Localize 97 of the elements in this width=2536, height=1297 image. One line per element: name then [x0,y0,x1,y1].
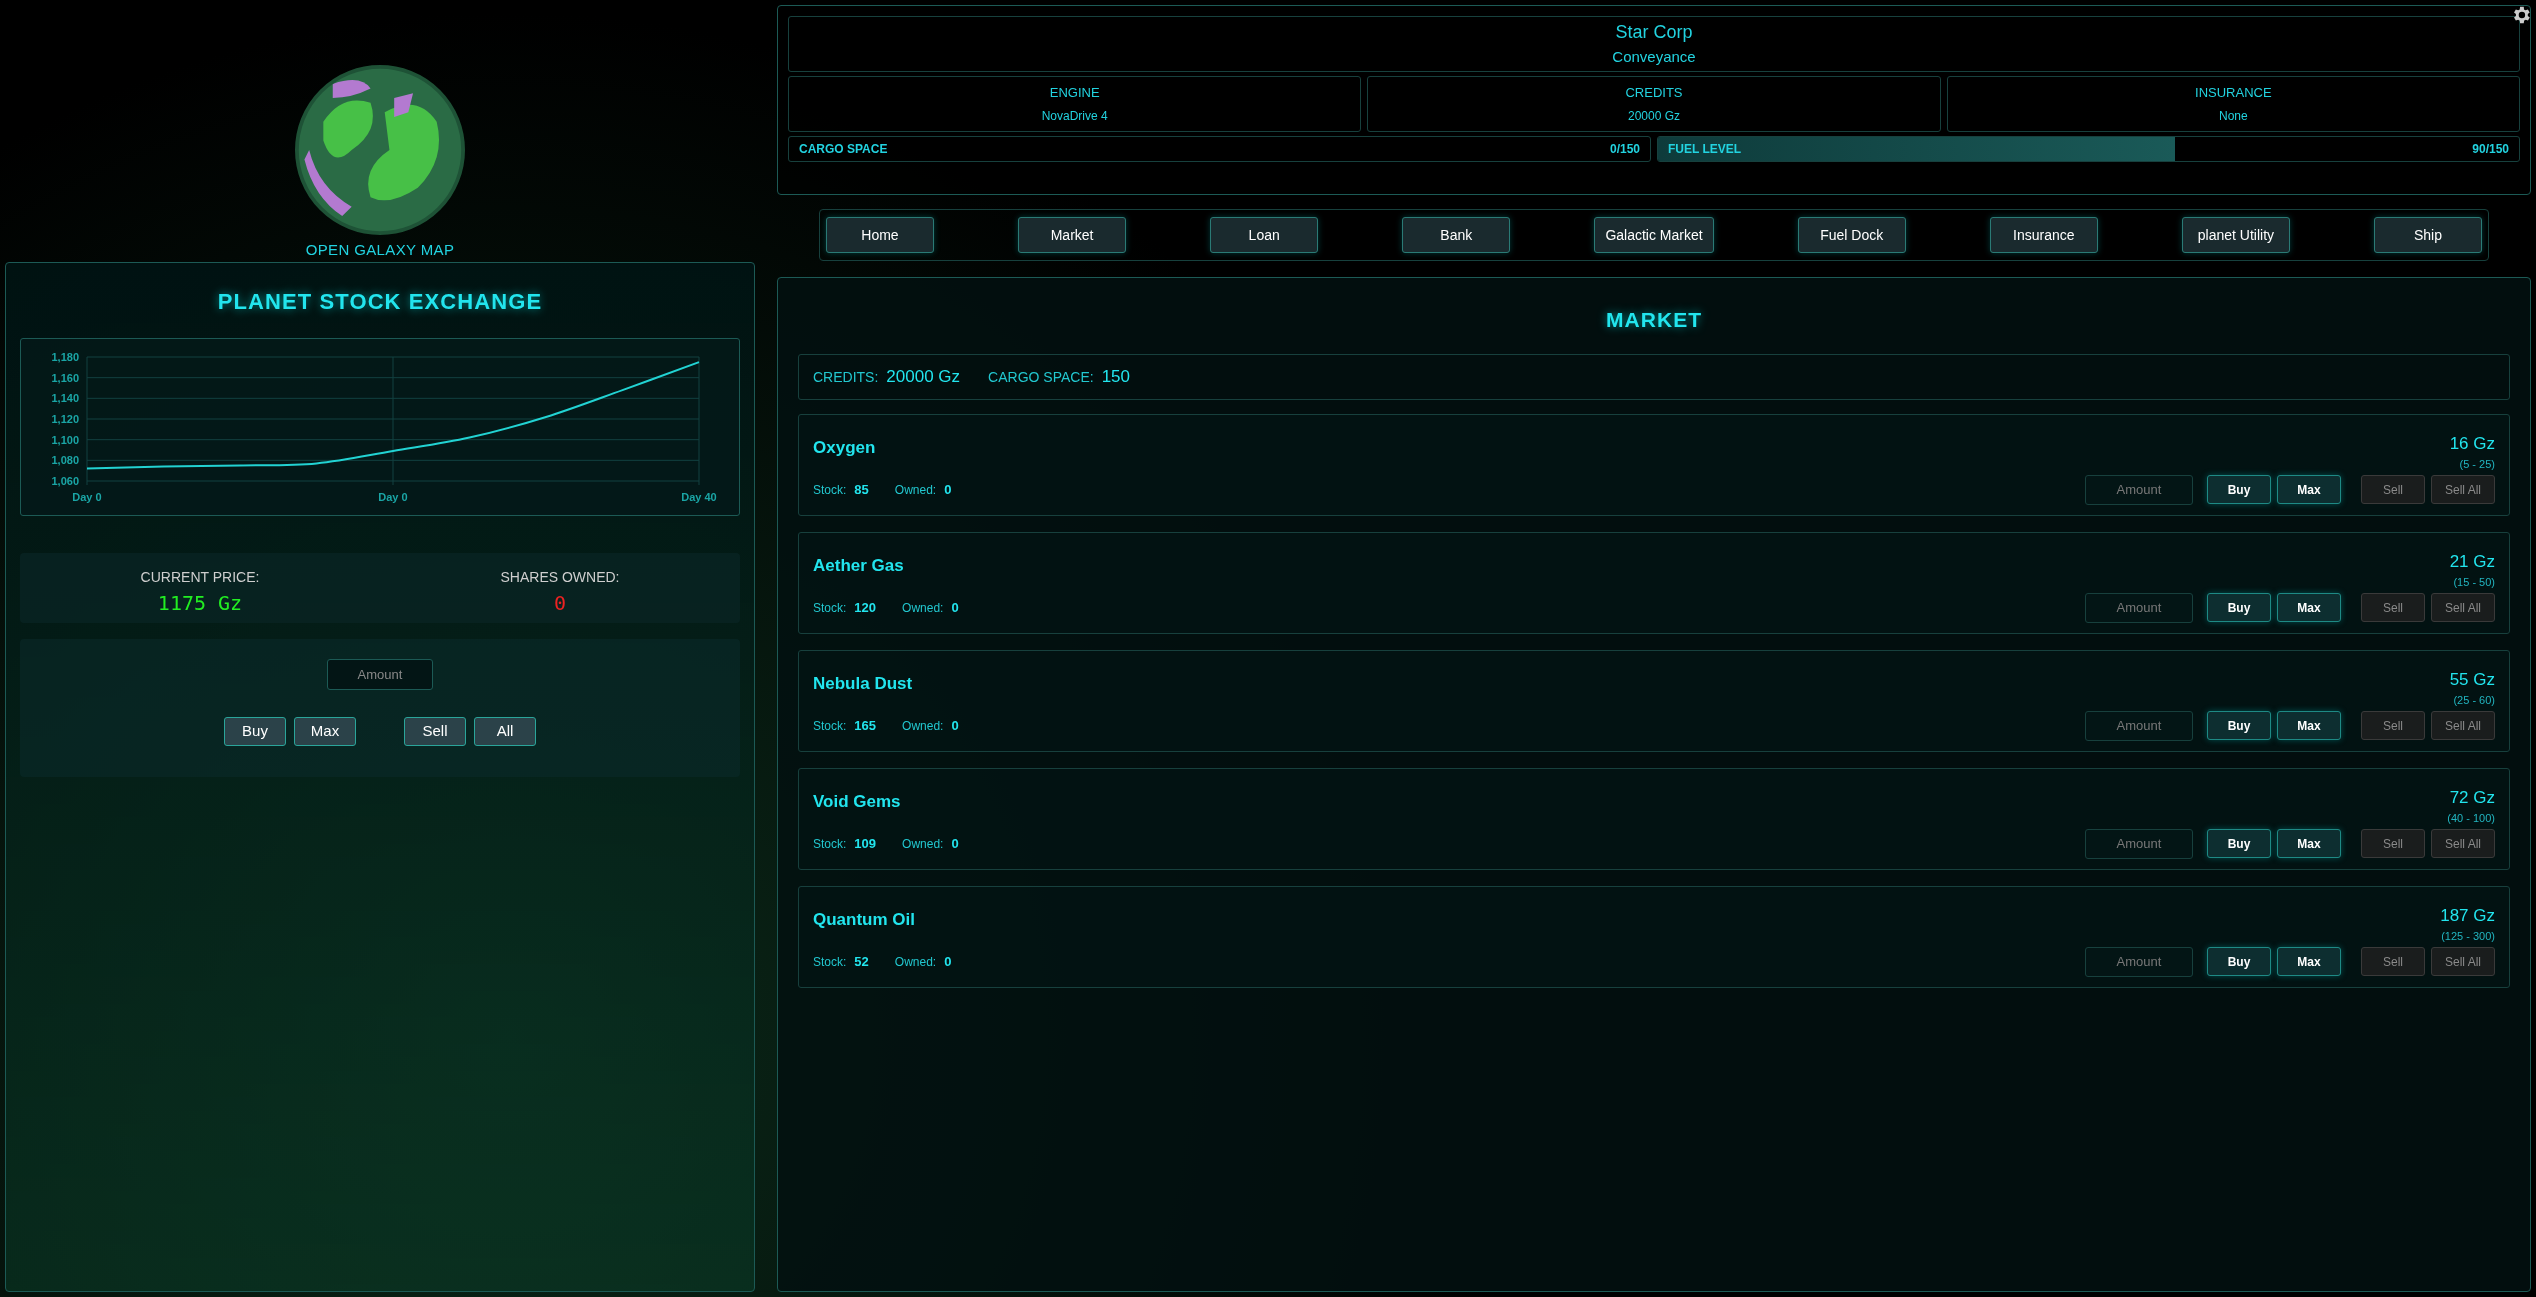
item-price: 21 Gz [2449,550,2495,573]
y-tick-label: 1,100 [51,433,79,446]
owned-label: Owned: [902,599,944,617]
price-range: (40 - 100) [2447,811,2495,826]
nav-tab[interactable]: Loan [1210,217,1319,253]
nav-tab[interactable]: planet Utility [2181,217,2290,253]
max-button[interactable]: Max [2277,593,2341,622]
nav-tab[interactable]: Ship [2374,217,2482,253]
shares-owned: 0 [553,589,566,617]
stock-label: Stock: [813,835,847,853]
y-tick-label: 1,060 [51,474,79,487]
current-price: 1175 Gz [157,589,243,617]
stock-value: 165 [854,716,877,735]
credits-value: 20000 Gz [886,365,961,388]
cargo-label: CARGO SPACE: [988,367,1094,387]
y-tick-label: 1,180 [51,350,79,363]
stat-label: CREDITS [1625,84,1683,103]
owned-value: 0 [944,480,952,499]
amount-field[interactable]: Amount [2085,710,2193,741]
amount-field[interactable]: Amount [2085,592,2193,623]
nav-tab[interactable]: Bank [1402,217,1511,253]
trade-button[interactable]: All [474,716,536,746]
stat-value: None [2218,107,2248,125]
price-range: (125 - 300) [2441,929,2495,944]
x-tick-label: Day 40 [681,490,717,503]
nav-tab[interactable]: Home [826,217,934,253]
y-tick-label: 1,080 [51,453,79,466]
y-tick-label: 1,160 [51,371,79,384]
amount-field[interactable]: Amount [2085,828,2193,859]
owned-label: Owned: [894,953,937,971]
owned-label: Owned: [902,835,944,853]
trade-button[interactable]: Sell [404,716,466,746]
amount-field[interactable]: Amount [327,658,433,690]
stock-value: 120 [854,598,877,617]
owned-value: 0 [944,952,952,971]
item-price: 72 Gz [2449,786,2495,809]
item-name: Quantum Oil [813,908,915,931]
max-button[interactable]: Max [2277,947,2341,976]
bar-label: CARGO SPACE [799,141,888,158]
nav-tab[interactable]: Market [1018,217,1127,253]
stock-label: Stock: [813,599,847,617]
max-button[interactable]: Max [2277,829,2341,858]
buy-button[interactable]: Buy [2207,711,2271,740]
x-tick-label: Day 0 [72,490,102,503]
stock-value: 109 [854,834,877,853]
stat-label: INSURANCE [2195,84,2272,103]
amount-field[interactable]: Amount [2085,946,2193,977]
credits-label: CREDITS: [813,367,879,387]
item-name: Nebula Dust [813,672,913,695]
y-tick-label: 1,140 [51,391,79,404]
buy-button[interactable]: Buy [2207,593,2271,622]
item-price: 55 Gz [2449,668,2495,691]
panel-title: MARKET [1605,307,1703,333]
stock-label: Stock: [813,953,847,971]
stat-value: NovaDrive 4 [1041,107,1108,125]
nav-tab[interactable]: Insurance [1989,217,2098,253]
amount-field[interactable]: Amount [2085,474,2193,505]
item-name: Aether Gas [813,554,904,577]
stock-value: 85 [854,480,869,499]
item-name: Void Gems [813,790,901,813]
item-price: 16 Gz [2449,432,2495,455]
stock-value: 52 [854,952,869,971]
owned-value: 0 [951,598,959,617]
price-label: CURRENT PRICE: [140,567,260,587]
ship-type: Conveyance [1612,47,1696,68]
bar-label: FUEL LEVEL [1668,141,1742,158]
max-button[interactable]: Max [2277,711,2341,740]
price-range: (15 - 50) [2453,575,2495,590]
owned-label: Owned: [902,717,944,735]
x-tick-label: Day 0 [378,490,408,503]
cargo-value: 150 [1101,365,1130,388]
shares-label: SHARES OWNED: [500,567,620,587]
owned-label: Owned: [894,481,937,499]
panel-title: PLANET STOCK EXCHANGE [217,287,543,316]
stat-label: ENGINE [1049,84,1100,103]
nav-tab[interactable]: Fuel Dock [1797,217,1906,253]
trade-button[interactable]: Buy [224,716,286,746]
galaxy-map-button[interactable]: OPEN GALAXY MAP [295,65,465,262]
stock-label: Stock: [813,481,847,499]
price-range: (25 - 60) [2453,693,2495,708]
bar-reading: 90/150 [2472,141,2509,158]
buy-button[interactable]: Buy [2207,475,2271,504]
price-range: (5 - 25) [2459,457,2495,472]
max-button[interactable]: Max [2277,475,2341,504]
stat-value: 20000 Gz [1627,107,1680,125]
owned-value: 0 [951,834,959,853]
item-price: 187 Gz [2440,904,2495,927]
buy-button[interactable]: Buy [2207,947,2271,976]
ship-name: Star Corp [1615,21,1693,45]
item-name: Oxygen [813,436,876,459]
stock-label: Stock: [813,717,847,735]
owned-value: 0 [951,716,959,735]
nav-tab[interactable]: Galactic Market [1594,217,1714,253]
y-tick-label: 1,120 [51,412,79,425]
buy-button[interactable]: Buy [2207,829,2271,858]
bar-reading: 0/150 [1609,141,1640,158]
trade-button[interactable]: Max [294,716,356,746]
